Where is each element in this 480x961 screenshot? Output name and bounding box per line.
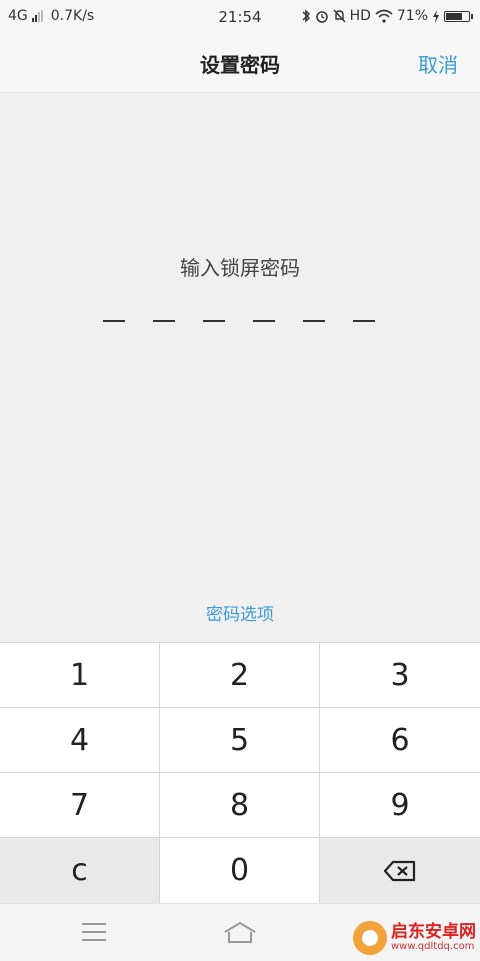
key-7[interactable]: 7 (0, 773, 160, 838)
battery-percent: 71% (396, 8, 428, 24)
key-9[interactable]: 9 (320, 773, 480, 838)
password-slot (353, 320, 375, 322)
wifi-icon (375, 9, 393, 23)
bluetooth-icon (302, 9, 310, 23)
watermark: 启东安卓网 www.qdltdq.com (353, 921, 476, 955)
watermark-logo-icon (353, 921, 387, 955)
home-icon[interactable] (222, 920, 258, 946)
charging-icon (433, 9, 439, 23)
mute-icon (333, 9, 346, 23)
status-right: HD 71% (301, 8, 473, 24)
alarm-icon (315, 11, 328, 23)
password-slot (153, 320, 175, 322)
password-slot (253, 320, 275, 322)
password-options-link[interactable]: 密码选项 (0, 600, 480, 625)
status-bar: 4G 0.7K/s 21:54 HD 71% (0, 0, 480, 34)
menu-icon[interactable] (82, 923, 106, 941)
key-1[interactable]: 1 (0, 643, 160, 708)
navigation-bar: 启东安卓网 www.qdltdq.com (0, 903, 480, 961)
password-slot (303, 320, 325, 322)
watermark-text: 启东安卓网 www.qdltdq.com (391, 923, 476, 953)
page-title: 设置密码 (200, 53, 280, 77)
watermark-url: www.qdltdq.com (391, 941, 475, 952)
watermark-brand: 启东安卓网 (391, 922, 476, 942)
clear-key[interactable]: c (0, 838, 160, 904)
title-bar: 设置密码 取消 (0, 34, 480, 93)
key-6[interactable]: 6 (320, 708, 480, 773)
hd-label: HD (349, 8, 371, 24)
key-3[interactable]: 3 (320, 643, 480, 708)
battery-icon (444, 10, 473, 22)
key-2[interactable]: 2 (160, 643, 320, 708)
battery-fill (446, 12, 462, 20)
key-5[interactable]: 5 (160, 708, 320, 773)
password-prompt: 输入锁屏密码 (180, 256, 300, 280)
numeric-keypad: 1 2 3 4 5 6 7 8 9 c 0 (0, 642, 480, 904)
cancel-button[interactable]: 取消 (418, 49, 458, 78)
backspace-icon (383, 860, 416, 881)
key-4[interactable]: 4 (0, 708, 160, 773)
password-slot (103, 320, 125, 322)
password-slot (203, 320, 225, 322)
password-slots (103, 320, 375, 322)
key-0[interactable]: 0 (160, 838, 320, 904)
key-8[interactable]: 8 (160, 773, 320, 838)
backspace-key[interactable] (320, 838, 480, 904)
